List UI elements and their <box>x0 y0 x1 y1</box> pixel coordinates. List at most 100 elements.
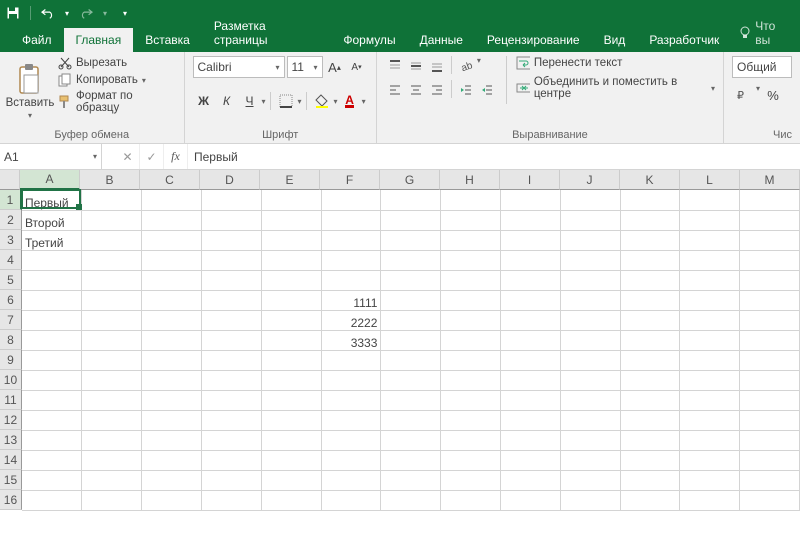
cell[interactable] <box>22 430 82 450</box>
cell[interactable] <box>321 250 381 270</box>
cell[interactable] <box>500 330 560 350</box>
cell[interactable] <box>22 490 82 510</box>
cell[interactable] <box>620 490 680 510</box>
column-header[interactable]: C <box>140 170 200 190</box>
cell[interactable] <box>261 230 321 250</box>
cell[interactable] <box>142 230 202 250</box>
cell[interactable] <box>620 250 680 270</box>
cell[interactable] <box>620 270 680 290</box>
cell[interactable] <box>500 450 560 470</box>
redo-icon[interactable] <box>79 6 93 20</box>
cell[interactable] <box>261 190 321 210</box>
bold-button[interactable]: Ж <box>193 90 215 112</box>
cell[interactable] <box>22 330 82 350</box>
currency-dropdown-icon[interactable]: ▾ <box>756 84 760 106</box>
cell[interactable] <box>620 210 680 230</box>
cell[interactable] <box>201 330 261 350</box>
column-header[interactable]: B <box>80 170 140 190</box>
orientation-icon[interactable]: ab <box>456 56 476 76</box>
cell[interactable] <box>201 430 261 450</box>
cell[interactable] <box>201 470 261 490</box>
cell[interactable] <box>381 250 441 270</box>
cell[interactable] <box>22 470 82 490</box>
cell[interactable] <box>381 470 441 490</box>
cell[interactable] <box>500 390 560 410</box>
cell[interactable] <box>22 450 82 470</box>
font-size-selector[interactable]: 11 ▾ <box>287 56 323 78</box>
cell[interactable] <box>261 330 321 350</box>
decrease-indent-icon[interactable] <box>456 80 476 100</box>
cell[interactable] <box>620 230 680 250</box>
cell[interactable] <box>680 450 740 470</box>
cell[interactable]: 2222 <box>321 310 381 330</box>
cell[interactable] <box>261 310 321 330</box>
save-icon[interactable] <box>6 6 20 20</box>
cell[interactable] <box>680 430 740 450</box>
align-bottom-icon[interactable] <box>427 56 447 76</box>
cell[interactable] <box>680 270 740 290</box>
cell[interactable] <box>381 370 441 390</box>
cell[interactable] <box>680 490 740 510</box>
cell[interactable] <box>82 390 142 410</box>
tab-review[interactable]: Рецензирование <box>475 28 592 52</box>
cell[interactable] <box>82 190 142 210</box>
cell[interactable] <box>261 210 321 230</box>
copy-button[interactable]: Копировать ▾ <box>58 73 176 87</box>
cell[interactable] <box>560 410 620 430</box>
row-header[interactable]: 10 <box>0 370 22 390</box>
row-header[interactable]: 11 <box>0 390 22 410</box>
cell[interactable] <box>441 210 501 230</box>
cell[interactable] <box>201 290 261 310</box>
tab-view[interactable]: Вид <box>592 28 638 52</box>
cell[interactable] <box>82 270 142 290</box>
cell[interactable] <box>321 230 381 250</box>
cell[interactable] <box>740 370 800 390</box>
name-box[interactable]: A1 ▾ <box>0 144 102 169</box>
cell[interactable] <box>381 230 441 250</box>
font-color-dropdown-icon[interactable]: ▾ <box>362 97 366 106</box>
cell[interactable] <box>142 410 202 430</box>
row-header[interactable]: 4 <box>0 250 22 270</box>
fill-dropdown-icon[interactable]: ▾ <box>334 97 338 106</box>
cell[interactable] <box>620 430 680 450</box>
cell[interactable] <box>22 250 82 270</box>
merge-center-button[interactable]: Объединить и поместить в центре ▾ <box>516 76 715 100</box>
column-header[interactable]: A <box>20 170 80 190</box>
cell[interactable] <box>620 370 680 390</box>
cell[interactable] <box>22 370 82 390</box>
cell[interactable] <box>82 370 142 390</box>
cell[interactable] <box>381 450 441 470</box>
cell[interactable] <box>620 290 680 310</box>
decrease-font-icon[interactable]: A▾ <box>347 56 367 78</box>
row-header[interactable]: 2 <box>0 210 22 230</box>
cell[interactable] <box>500 350 560 370</box>
cell[interactable] <box>740 430 800 450</box>
cell[interactable] <box>500 310 560 330</box>
cell[interactable] <box>261 430 321 450</box>
cell[interactable] <box>680 330 740 350</box>
cell[interactable] <box>321 490 381 510</box>
cell[interactable] <box>560 230 620 250</box>
cell[interactable] <box>680 390 740 410</box>
paste-button[interactable]: Вставить ▾ <box>8 56 52 127</box>
column-header[interactable]: L <box>680 170 740 190</box>
row-header[interactable]: 3 <box>0 230 22 250</box>
cell[interactable] <box>82 350 142 370</box>
column-header[interactable]: I <box>500 170 560 190</box>
select-all-corner[interactable] <box>0 170 20 190</box>
cell[interactable] <box>321 430 381 450</box>
cell[interactable] <box>500 270 560 290</box>
cell[interactable] <box>261 490 321 510</box>
cell[interactable] <box>441 370 501 390</box>
cell[interactable] <box>201 490 261 510</box>
column-header[interactable]: J <box>560 170 620 190</box>
format-painter-button[interactable]: Формат по образцу <box>58 90 176 114</box>
cells-area[interactable]: ПервыйВторойТретий111122223333 <box>22 190 800 535</box>
cell[interactable] <box>680 290 740 310</box>
cell[interactable] <box>142 490 202 510</box>
cell[interactable] <box>680 210 740 230</box>
cell[interactable] <box>22 390 82 410</box>
row-header[interactable]: 1 <box>0 190 22 210</box>
cell[interactable] <box>680 370 740 390</box>
customize-qat-icon[interactable]: ▾ <box>123 9 127 18</box>
